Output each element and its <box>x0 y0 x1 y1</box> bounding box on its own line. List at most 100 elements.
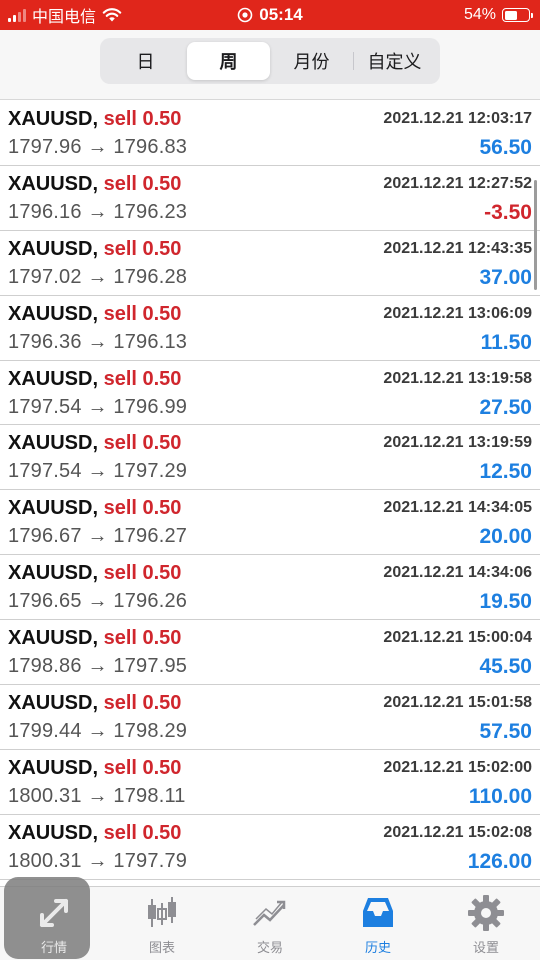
scrollbar[interactable] <box>534 180 537 290</box>
tab-week[interactable]: 周 <box>187 42 270 80</box>
trade-symbol: XAUUSD, sell 0.50 <box>8 627 181 650</box>
trade-time: 2021.12.21 13:06:09 <box>383 304 532 322</box>
trade-prices: 1800.31 → 1797.79 <box>8 849 188 872</box>
tab-settings[interactable]: 设置 <box>432 887 540 960</box>
trade-profit: 11.50 <box>480 330 532 354</box>
trade-prices: 1796.65 → 1796.26 <box>8 590 188 613</box>
trade-row[interactable]: XAUUSD, sell 0.50 2021.12.21 14:34:06 1796… <box>0 555 540 621</box>
symbol-name: XAUUSD, <box>8 367 99 390</box>
trade-symbol: XAUUSD, sell 0.50 <box>8 238 181 261</box>
symbol-name: XAUUSD, <box>8 562 99 585</box>
trade-row[interactable]: XAUUSD, sell 0.50 2021.12.21 13:19:59 1797… <box>0 425 540 491</box>
trade-time: 2021.12.21 15:02:00 <box>383 758 532 776</box>
trade-symbol: XAUUSD, sell 0.50 <box>8 497 181 520</box>
quotes-icon <box>40 899 68 927</box>
trade-side: sell 0.50 <box>103 432 182 455</box>
tab-day[interactable]: 日 <box>104 42 187 80</box>
trade-time: 2021.12.21 12:27:52 <box>383 174 532 192</box>
battery-group: 54% <box>463 0 533 30</box>
trade-profit: 110.00 <box>468 784 532 808</box>
symbol-name: XAUUSD, <box>8 432 99 455</box>
trade-symbol: XAUUSD, sell 0.50 <box>8 368 181 391</box>
trade-time: 2021.12.21 14:34:06 <box>383 564 532 582</box>
tab-quotes-label: 行情 <box>40 940 67 955</box>
tab-history[interactable]: 历史 <box>324 887 432 960</box>
trade-time: 2021.12.21 14:34:05 <box>383 499 532 517</box>
history-icon <box>363 898 393 927</box>
trade-time: 2021.12.21 13:19:58 <box>383 369 532 387</box>
symbol-name: XAUUSD, <box>8 172 99 195</box>
symbol-name: XAUUSD, <box>8 237 99 260</box>
trade-side: sell 0.50 <box>103 562 182 585</box>
symbol-name: XAUUSD, <box>8 108 99 130</box>
trade-row[interactable]: XAUUSD, sell 0.50 2021.12.21 13:06:09 1796… <box>0 296 540 361</box>
trade-profit: 37.00 <box>479 265 532 289</box>
symbol-name: XAUUSD, <box>8 627 99 650</box>
trade-profit: 45.50 <box>479 655 532 679</box>
trade-prices: 1797.02 → 1796.28 <box>8 265 188 288</box>
symbol-name: XAUUSD, <box>8 692 99 715</box>
trade-prices: 1797.96 → 1796.83 <box>8 136 188 158</box>
tab-trade-label: 交易 <box>256 940 283 955</box>
trade-prices: 1800.31 → 1798.11 <box>8 784 186 807</box>
trade-prices: 1796.67 → 1796.27 <box>8 525 188 548</box>
trade-profit: -3.50 <box>484 200 532 224</box>
trade-row[interactable]: XAUUSD, sell 0.50 2021.12.21 12:27:52 1796… <box>0 166 540 231</box>
battery-fill <box>504 10 517 20</box>
trade-row[interactable]: XAUUSD, sell 0.50 2021.12.21 15:02:08 1800… <box>0 815 540 880</box>
trade-profit: 56.50 <box>479 136 532 159</box>
clock: 05:14 <box>259 5 303 24</box>
gear-icon <box>468 895 504 931</box>
trade-side: sell 0.50 <box>103 302 182 325</box>
tab-settings-label: 设置 <box>472 940 499 955</box>
trade-symbol: XAUUSD, sell 0.50 <box>8 692 181 715</box>
trade-row[interactable]: XAUUSD, sell 0.50 2021.12.21 15:00:04 1798… <box>0 620 540 686</box>
trade-profit: 27.50 <box>479 395 532 419</box>
trade-row[interactable]: XAUUSD, sell 0.50 2021.12.21 13:19:58 1797… <box>0 361 540 426</box>
trade-profit: 126.00 <box>467 849 532 873</box>
trade-prices: 1797.54 → 1797.29 <box>8 460 188 483</box>
trade-profit: 19.50 <box>479 590 532 614</box>
trade-prices: 1796.36 → 1796.13 <box>8 330 188 353</box>
status-bar: 中国电信 05:14 54% <box>0 0 540 30</box>
trade-side: sell 0.50 <box>103 692 182 715</box>
trade-time: 2021.12.21 15:02:08 <box>383 823 532 841</box>
trade-side: sell 0.50 <box>103 237 182 260</box>
trade-time: 2021.12.21 12:03:17 <box>383 110 532 127</box>
tab-quotes[interactable]: 行情 <box>0 877 108 960</box>
tab-trade[interactable]: 交易 <box>216 887 324 960</box>
orientation-lock-icon <box>237 7 253 23</box>
trade-prices: 1799.44 → 1798.29 <box>8 720 188 743</box>
period-header: 日 周 月份 自定义 <box>0 30 540 100</box>
trade-symbol: XAUUSD, sell 0.50 <box>8 562 181 585</box>
trade-history-list[interactable]: XAUUSD, sell 0.50 2021.12.21 12:03:17 1797… <box>0 101 540 886</box>
symbol-name: XAUUSD, <box>8 302 99 325</box>
trade-side: sell 0.50 <box>103 756 182 779</box>
tab-custom[interactable]: 自定义 <box>353 42 436 80</box>
trade-symbol: XAUUSD, sell 0.50 <box>8 822 181 845</box>
bottom-tab-bar: 行情 图表 交易 历史 设置 <box>0 877 540 960</box>
battery-percent: 54% <box>463 6 496 23</box>
trade-row[interactable]: XAUUSD, sell 0.50 2021.12.21 12:43:35 1797… <box>0 231 540 296</box>
tab-history-label: 历史 <box>364 940 391 955</box>
trade-prices: 1797.54 → 1796.99 <box>8 395 188 418</box>
trade-row[interactable]: XAUUSD, sell 0.50 2021.12.21 14:34:05 1796… <box>0 490 540 556</box>
symbol-name: XAUUSD, <box>8 821 99 844</box>
trade-row[interactable]: XAUUSD, sell 0.50 2021.12.21 12:03:17 1797… <box>0 101 540 166</box>
trade-row[interactable]: XAUUSD, sell 0.50 2021.12.21 15:01:58 1799… <box>0 685 540 750</box>
tab-chart[interactable]: 图表 <box>108 887 216 960</box>
trade-symbol: XAUUSD, sell 0.50 <box>8 757 181 780</box>
trade-profit: 12.50 <box>479 460 532 484</box>
symbol-name: XAUUSD, <box>8 497 99 520</box>
tab-month[interactable]: 月份 <box>270 42 353 80</box>
trade-side: sell 0.50 <box>103 108 182 130</box>
trade-symbol: XAUUSD, sell 0.50 <box>8 432 181 455</box>
trade-profit: 20.00 <box>479 525 532 549</box>
chart-icon <box>148 897 176 927</box>
trade-time: 2021.12.21 12:43:35 <box>383 239 532 257</box>
trade-icon <box>253 900 286 926</box>
trade-prices: 1796.16 → 1796.23 <box>8 200 188 223</box>
trade-side: sell 0.50 <box>103 367 182 390</box>
trade-row[interactable]: XAUUSD, sell 0.50 2021.12.21 15:02:00 1800… <box>0 750 540 815</box>
trade-time: 2021.12.21 15:01:58 <box>383 694 532 712</box>
